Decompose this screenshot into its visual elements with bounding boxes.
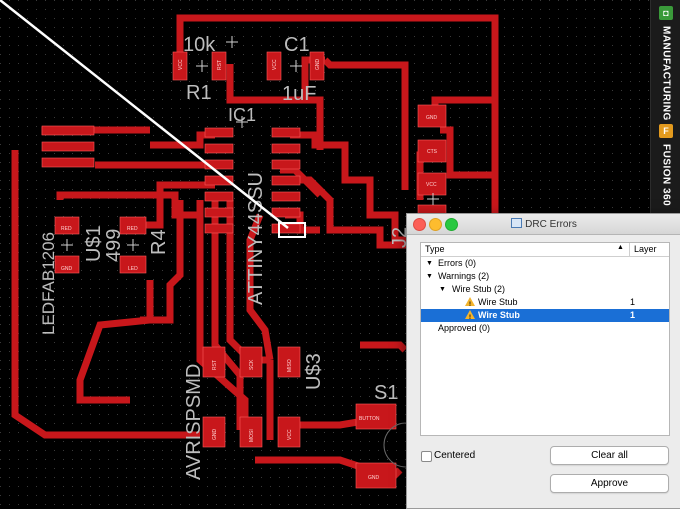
svg-text:BUTTON: BUTTON: [359, 416, 380, 422]
svg-text:1uF: 1uF: [282, 83, 316, 105]
column-type[interactable]: Type: [425, 244, 445, 254]
manufacturing-tab[interactable]: ◘ MANUFACTURING: [651, 0, 680, 121]
centered-label: Centered: [434, 450, 476, 461]
tree-header: Type ▲ Layer: [421, 243, 669, 257]
manufacturing-label: MANUFACTURING: [660, 26, 672, 121]
svg-text:R1: R1: [186, 82, 212, 104]
fusion360-label: FUSION 360: [660, 144, 672, 207]
disclosure-down-icon[interactable]: ▼: [426, 257, 433, 270]
tree-row-wire-stub-selected[interactable]: ! Wire Stub 1: [421, 309, 669, 322]
tree-row-wire-stub-group[interactable]: ▼ Wire Stub (2): [421, 283, 669, 296]
warning-icon: !: [465, 297, 475, 308]
sort-arrow-icon[interactable]: ▲: [617, 244, 624, 251]
svg-text:C1: C1: [284, 34, 310, 56]
svg-text:ATTINY44SSU: ATTINY44SSU: [245, 172, 267, 305]
svg-text:U$3: U$3: [303, 353, 325, 390]
svg-text:R4: R4: [148, 229, 170, 255]
fusion360-tab[interactable]: F FUSION 360: [651, 118, 680, 206]
svg-text:RED: RED: [127, 226, 138, 232]
svg-text:RED: RED: [61, 226, 72, 232]
svg-text:VCC: VCC: [426, 182, 437, 188]
wire-stub-layer: 1: [630, 310, 636, 320]
svg-text:10k: 10k: [183, 34, 216, 56]
errors-label: Errors (0): [438, 258, 476, 268]
wire-stub-layer: 1: [630, 297, 636, 307]
svg-text:VCC: VCC: [272, 59, 278, 70]
svg-text:GND: GND: [426, 115, 438, 121]
manufacturing-icon: ◘: [659, 6, 673, 20]
svg-text:SCK: SCK: [249, 359, 255, 370]
svg-text:VCC: VCC: [287, 429, 293, 440]
tree-row-approved[interactable]: Approved (0): [421, 322, 669, 335]
drc-titlebar[interactable]: DRC Errors: [407, 214, 680, 235]
svg-text:499: 499: [103, 229, 125, 262]
svg-text:S1: S1: [374, 382, 398, 404]
tree-row-errors[interactable]: ▼ Errors (0): [421, 257, 669, 270]
svg-text:GND: GND: [368, 475, 380, 481]
tree-row-wire-stub[interactable]: ! Wire Stub 1: [421, 296, 669, 309]
svg-text:LED: LED: [128, 266, 138, 272]
svg-text:GND: GND: [315, 59, 321, 71]
svg-text:GND: GND: [212, 429, 218, 441]
svg-text:VCC: VCC: [178, 59, 184, 70]
column-layer[interactable]: Layer: [634, 244, 657, 254]
svg-text:U$1: U$1: [83, 225, 105, 262]
svg-text:LEDFAB1206: LEDFAB1206: [39, 232, 58, 335]
clear-all-button[interactable]: Clear all: [550, 446, 669, 465]
svg-text:RST: RST: [217, 60, 223, 70]
drc-title-text: DRC Errors: [525, 219, 577, 230]
disclosure-down-icon[interactable]: ▼: [426, 270, 433, 283]
fusion360-icon: F: [659, 124, 673, 138]
approve-button[interactable]: Approve: [550, 474, 669, 493]
drc-error-tree[interactable]: Type ▲ Layer ▼ Errors (0) ▼ Warnings (2)…: [420, 242, 670, 436]
column-divider: [629, 243, 630, 256]
svg-text:GND: GND: [61, 266, 73, 272]
wire-stub-label: Wire Stub: [478, 310, 520, 320]
wire-stub-group-label: Wire Stub (2): [452, 284, 506, 294]
tree-row-warnings[interactable]: ▼ Warnings (2): [421, 270, 669, 283]
svg-text:MISO: MISO: [287, 359, 293, 372]
svg-text:MOSI: MOSI: [249, 429, 255, 442]
svg-text:RST: RST: [212, 360, 218, 370]
warnings-label: Warnings (2): [438, 271, 490, 281]
warning-icon: !: [465, 310, 475, 321]
svg-text:AVRISPSMD: AVRISPSMD: [183, 364, 205, 480]
svg-text:CTS: CTS: [427, 149, 438, 155]
centered-checkbox[interactable]: [421, 451, 432, 462]
drc-errors-dialog: DRC Errors Type ▲ Layer ▼ Errors (0) ▼ W…: [406, 213, 680, 509]
drc-window-icon: [511, 218, 523, 228]
approved-label: Approved (0): [438, 323, 491, 333]
disclosure-down-icon[interactable]: ▼: [439, 283, 446, 296]
wire-stub-label: Wire Stub: [478, 297, 518, 307]
drc-title: DRC Errors: [407, 218, 680, 230]
